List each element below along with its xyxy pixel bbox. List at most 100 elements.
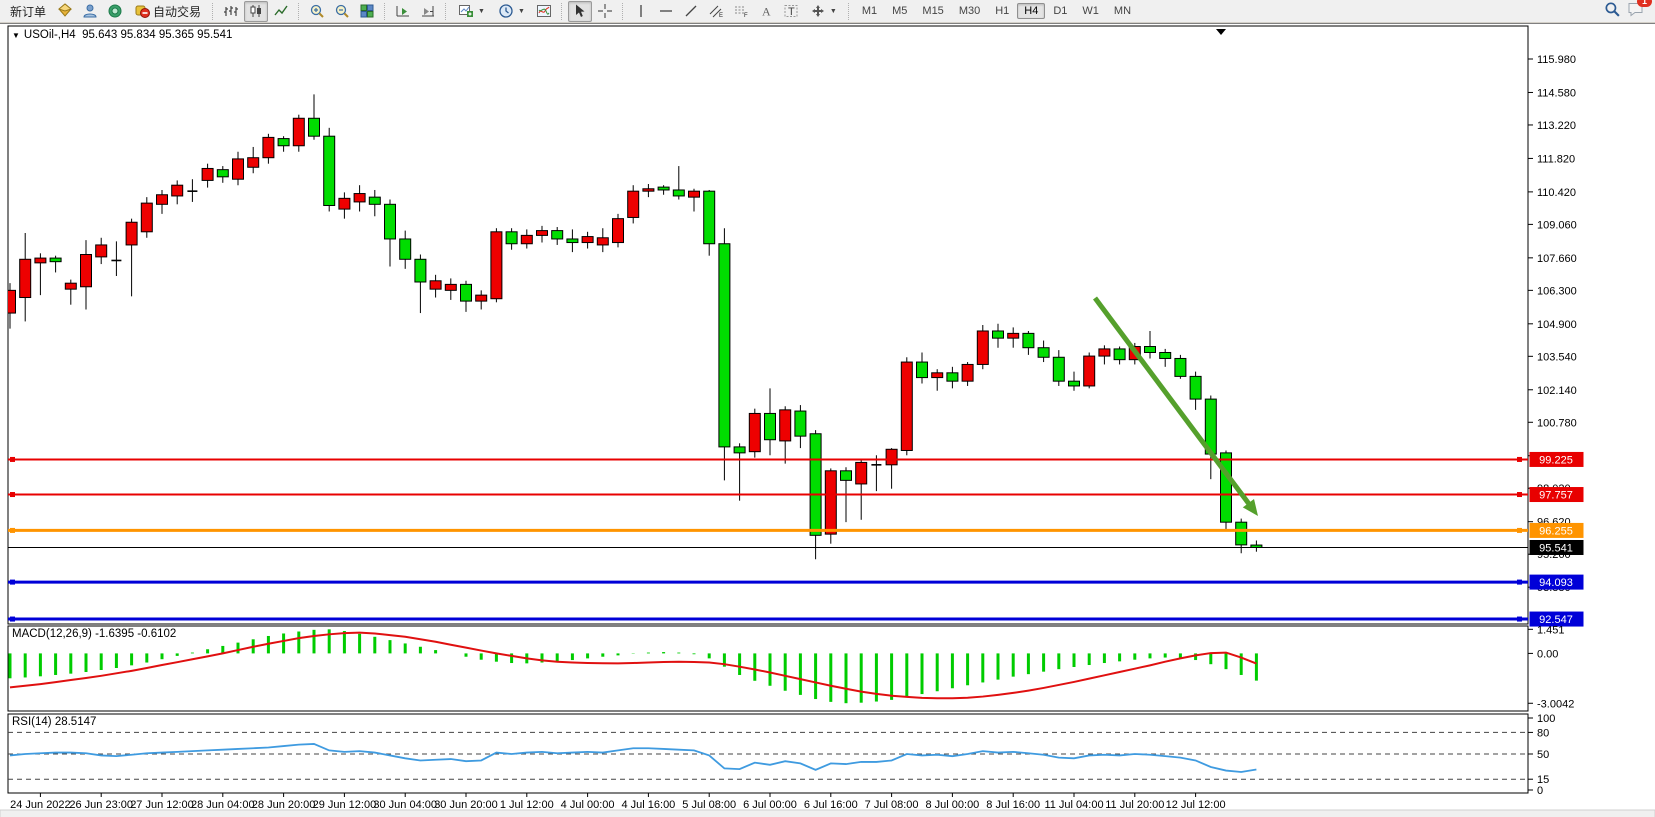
new-order-label: 新订单 xyxy=(10,3,46,20)
dropdown-caret-icon: ▼ xyxy=(478,8,485,15)
notification-badge: 1 xyxy=(1637,0,1652,7)
toolbar-separator xyxy=(848,3,850,20)
timeframe-mn[interactable]: MN xyxy=(1107,3,1138,19)
timeframe-w1[interactable]: W1 xyxy=(1075,3,1106,19)
date-tick-label: 24 Jun 2022 xyxy=(10,799,71,811)
zoom-out-icon[interactable] xyxy=(330,1,354,22)
bar-chart-type-icon[interactable] xyxy=(219,1,243,22)
text-label-tool-icon[interactable]: T xyxy=(779,1,803,22)
tile-windows-icon[interactable] xyxy=(355,1,379,22)
new-chart-button[interactable]: ▼ xyxy=(452,1,491,21)
timeframe-m1[interactable]: M1 xyxy=(855,3,884,19)
timeframe-m30[interactable]: M30 xyxy=(952,3,987,19)
window-bottom-edge xyxy=(0,810,1655,817)
date-tick-label: 30 Jun 20:00 xyxy=(434,799,498,811)
timeframe-m5[interactable]: M5 xyxy=(885,3,914,19)
price-tick-label: 102.140 xyxy=(1537,385,1577,397)
toolbar-separator xyxy=(622,3,624,20)
svg-text:F: F xyxy=(744,13,748,19)
line-price-label: 97.757 xyxy=(1539,490,1573,502)
price-tick-label: 113.220 xyxy=(1537,120,1576,132)
timeframe-d1[interactable]: D1 xyxy=(1046,3,1074,19)
chart-canvas[interactable]: 115.980114.580113.220111.820110.420109.0… xyxy=(0,24,1655,817)
macd-axis-label: 1.451 xyxy=(1537,624,1565,636)
equidistant-channel-tool-icon[interactable]: E xyxy=(704,1,728,22)
date-tick-label: 26 Jun 23:00 xyxy=(69,799,133,811)
data-window-icon[interactable] xyxy=(78,1,102,22)
date-tick-label: 12 Jul 12:00 xyxy=(1166,799,1226,811)
price-tick-label: 115.980 xyxy=(1537,54,1576,66)
date-tick-label: 4 Jul 00:00 xyxy=(561,799,615,811)
hline-handle xyxy=(1517,528,1522,533)
new-order-button[interactable]: 新订单 xyxy=(4,1,52,22)
date-tick-label: 4 Jul 16:00 xyxy=(621,799,675,811)
line-price-label: 96.255 xyxy=(1539,525,1573,537)
dropdown-caret-icon: ▼ xyxy=(518,8,525,15)
line-price-label: 95.541 xyxy=(1539,542,1573,554)
line-price-label: 99.225 xyxy=(1539,454,1573,466)
auto-trading-button[interactable]: 自动交易 xyxy=(128,0,207,23)
toolbar-separator xyxy=(298,3,300,20)
toolbar-separator xyxy=(212,3,214,20)
price-tick-label: 114.580 xyxy=(1537,87,1576,99)
arrows-tool-button[interactable]: ▼ xyxy=(804,1,843,21)
date-tick-label: 11 Jul 20:00 xyxy=(1105,799,1164,811)
price-tick-label: 106.300 xyxy=(1537,285,1577,297)
price-tick-label: 104.900 xyxy=(1537,319,1577,331)
fibonacci-tool-icon[interactable]: F xyxy=(729,1,753,22)
dropdown-caret-icon: ▼ xyxy=(830,8,837,15)
hline-handle xyxy=(10,580,15,585)
chart-shift-icon[interactable] xyxy=(416,1,440,22)
toolbar-separator xyxy=(445,3,447,20)
price-tick-label: 109.060 xyxy=(1537,219,1577,231)
date-tick-label: 28 Jun 04:00 xyxy=(191,799,255,811)
period-button[interactable]: ▼ xyxy=(492,1,531,21)
toolbar-separator xyxy=(561,3,563,20)
horizontal-line-tool-icon[interactable] xyxy=(654,1,678,22)
date-tick-label: 7 Jul 08:00 xyxy=(865,799,919,811)
main-pane xyxy=(8,26,1528,624)
text-tool-icon[interactable]: A xyxy=(754,1,778,22)
cursor-icon[interactable] xyxy=(568,1,592,22)
candlestick-chart-type-icon[interactable] xyxy=(244,1,268,22)
date-tick-label: 6 Jul 16:00 xyxy=(804,799,858,811)
date-tick-label: 6 Jul 00:00 xyxy=(743,799,797,811)
auto-scroll-icon[interactable] xyxy=(391,1,415,22)
hline-handle xyxy=(10,528,15,533)
crosshair-icon[interactable] xyxy=(593,1,617,22)
auto-trading-label: 自动交易 xyxy=(153,3,201,20)
navigator-icon[interactable] xyxy=(103,1,127,22)
date-tick-label: 5 Jul 08:00 xyxy=(682,799,736,811)
rsi-axis-label: 50 xyxy=(1537,749,1549,761)
market-watch-icon[interactable] xyxy=(53,1,77,22)
svg-text:T: T xyxy=(788,6,795,18)
timeframe-m15[interactable]: M15 xyxy=(915,3,950,19)
rsi-axis-label: 80 xyxy=(1537,727,1549,739)
hline-handle xyxy=(1517,580,1522,585)
price-tick-label: 107.660 xyxy=(1537,253,1577,265)
hline-handle xyxy=(1517,617,1522,622)
timeframe-h4[interactable]: H4 xyxy=(1017,3,1045,19)
price-tick-label: 103.540 xyxy=(1537,351,1577,363)
date-tick-label: 8 Jul 00:00 xyxy=(925,799,979,811)
macd-axis-label: 0.00 xyxy=(1537,648,1558,660)
macd-pane xyxy=(8,626,1528,711)
zoom-in-icon[interactable] xyxy=(305,1,329,22)
svg-text:A: A xyxy=(762,5,771,19)
date-tick-label: 11 Jul 04:00 xyxy=(1044,799,1103,811)
macd-axis-label: -3.0042 xyxy=(1537,698,1574,710)
indicators-icon[interactable] xyxy=(532,1,556,22)
date-tick-label: 27 Jun 12:00 xyxy=(130,799,194,811)
search-icon[interactable] xyxy=(1604,1,1621,21)
svg-text:E: E xyxy=(719,13,723,19)
hline-handle xyxy=(1517,492,1522,497)
date-tick-label: 8 Jul 16:00 xyxy=(986,799,1040,811)
chat-icon[interactable]: 1 xyxy=(1627,1,1645,21)
line-chart-type-icon[interactable] xyxy=(269,1,293,22)
vertical-line-tool-icon[interactable] xyxy=(629,1,653,22)
timeframe-h1[interactable]: H1 xyxy=(988,3,1016,19)
trendline-tool-icon[interactable] xyxy=(679,1,703,22)
chart-window: 115.980114.580113.220111.820110.420109.0… xyxy=(0,23,1655,817)
date-tick-label: 1 Jul 12:00 xyxy=(500,799,554,811)
rsi-axis-label: 100 xyxy=(1537,713,1555,725)
